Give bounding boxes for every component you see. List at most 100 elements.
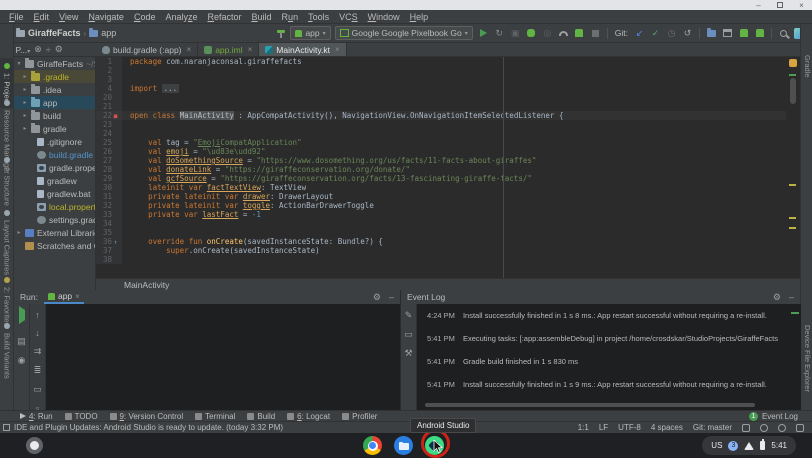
- tree-item-gitignore[interactable]: .gitignore: [14, 135, 95, 148]
- breadcrumb-module[interactable]: app: [101, 28, 116, 38]
- close-button[interactable]: ×: [797, 1, 806, 10]
- code-line-38[interactable]: 38: [96, 255, 800, 264]
- code-line-30[interactable]: 30 lateinit var factTextView: TextView: [96, 183, 800, 192]
- stripe-build-variants[interactable]: Build Variants: [0, 318, 14, 382]
- run-button[interactable]: [477, 27, 490, 40]
- menu-vcs[interactable]: VCS: [334, 12, 363, 22]
- tree-item-idea[interactable]: ▸.idea: [14, 83, 95, 96]
- device-selector[interactable]: Google Google Pixelbook Go▾: [335, 26, 473, 40]
- run-settings-gear-icon[interactable]: ⚙: [373, 292, 381, 303]
- run-tab-app[interactable]: app×: [44, 290, 84, 304]
- chrome-icon[interactable]: [363, 436, 382, 455]
- notifications-icon[interactable]: [796, 424, 804, 432]
- stop-button[interactable]: [589, 27, 602, 40]
- up-stack-icon[interactable]: ↑: [35, 310, 40, 320]
- minimize-button[interactable]: –: [754, 1, 763, 10]
- log-entry[interactable]: 5:41 PMInstall successfully finished in …: [417, 373, 801, 396]
- android-studio-icon[interactable]: [425, 436, 444, 455]
- profiler-icon[interactable]: [557, 27, 570, 40]
- tree-item-gradle-properties[interactable]: gradle.properties: [14, 161, 95, 174]
- git-branch[interactable]: Git: master: [693, 423, 732, 432]
- code-line-3[interactable]: 3: [96, 75, 800, 84]
- tree-item-gradle[interactable]: ▸gradle: [14, 122, 95, 135]
- eventlog-settings-gear-icon[interactable]: ⚙: [773, 292, 781, 303]
- code-line-4[interactable]: 4import ...: [96, 84, 800, 93]
- panel-settings-icon[interactable]: ⚙: [55, 44, 63, 55]
- menu-help[interactable]: Help: [405, 12, 434, 22]
- menu-navigate[interactable]: Navigate: [83, 12, 129, 22]
- run-config-selector[interactable]: app▾: [290, 26, 330, 40]
- close-tab-icon[interactable]: ×: [248, 45, 253, 54]
- launcher-button[interactable]: [26, 437, 43, 454]
- soft-wrap-icon[interactable]: ⇉: [34, 346, 42, 357]
- event-log-content[interactable]: 4:24 PMInstall successfully finished in …: [417, 304, 801, 410]
- down-stack-icon[interactable]: ↓: [35, 328, 40, 338]
- highlight-level-icon[interactable]: [760, 424, 768, 432]
- tree-item-local-properties[interactable]: local.properties: [14, 200, 95, 213]
- log-entry[interactable]: 4:24 PMInstall successfully finished in …: [417, 304, 801, 327]
- menu-edit[interactable]: Edit: [29, 12, 55, 22]
- menu-refactor[interactable]: Refactor: [203, 12, 247, 22]
- restore-layout-icon[interactable]: ▤: [17, 336, 26, 347]
- apply-code-changes-icon[interactable]: ▣: [509, 27, 522, 40]
- event-log-button[interactable]: 1 Event Log: [749, 412, 798, 421]
- tree-item-gradle[interactable]: ▸.gradle: [14, 70, 95, 83]
- file-encoding[interactable]: UTF-8: [618, 423, 641, 432]
- caret-position[interactable]: 1:1: [578, 423, 589, 432]
- git-commit-icon[interactable]: ✓: [649, 27, 662, 40]
- tree-item-build[interactable]: ▸build: [14, 109, 95, 122]
- menu-window[interactable]: Window: [363, 12, 405, 22]
- tree-item-external-libraries[interactable]: ▸External Libraries: [14, 226, 95, 239]
- project-view-selector[interactable]: P...▾: [16, 45, 31, 55]
- run-minimize-icon[interactable]: –: [389, 292, 394, 303]
- stripe-device-file-explorer[interactable]: Device File Explorer: [800, 325, 812, 392]
- menu-view[interactable]: View: [54, 12, 83, 22]
- code-line-22[interactable]: 22■open class MainActivity : AppCompatAc…: [96, 111, 800, 120]
- close-tab-icon[interactable]: ×: [335, 45, 340, 54]
- git-update-icon[interactable]: ↙: [633, 27, 646, 40]
- files-icon[interactable]: [394, 436, 413, 455]
- code-line-26[interactable]: 26 val emoji = "\ud83e\udd92": [96, 147, 800, 156]
- log-horizontal-scrollbar[interactable]: [425, 403, 755, 407]
- git-rollback-icon[interactable]: ↺: [681, 27, 694, 40]
- stripe-layout-captures[interactable]: Layout Captures: [0, 205, 14, 278]
- code-line-20[interactable]: 20: [96, 93, 800, 102]
- system-tray[interactable]: US 3 5:41: [702, 436, 796, 455]
- toolwindow-9-version-control[interactable]: 9: Version Control: [104, 411, 190, 422]
- tab-build-gradle-app[interactable]: build.gradle (:app)×: [96, 43, 198, 56]
- toolwindow-6-logcat[interactable]: 6: Logcat: [281, 411, 336, 422]
- update-icon[interactable]: [3, 424, 10, 431]
- hector-icon[interactable]: [778, 424, 786, 432]
- code-line-21[interactable]: 21: [96, 102, 800, 111]
- collapse-all-icon[interactable]: ÷: [46, 45, 51, 55]
- code-line-1[interactable]: 1package com.naranjaconsal.giraffefacts: [96, 57, 800, 66]
- status-message[interactable]: IDE and Plugin Updates: Android Studio i…: [14, 423, 283, 432]
- scroll-end-icon[interactable]: ≣: [34, 365, 42, 376]
- tree-item-scratches-and-consoles[interactable]: Scratches and Consoles: [14, 239, 95, 252]
- editor-scrollbar[interactable]: [786, 57, 800, 278]
- code-line-33[interactable]: 33 private var lastFact = -1: [96, 210, 800, 219]
- code-line-34[interactable]: 34: [96, 219, 800, 228]
- menu-file[interactable]: File: [4, 12, 29, 22]
- code-line-37[interactable]: 37 super.onCreate(savedInstanceState): [96, 246, 800, 255]
- git-history-icon[interactable]: ◷: [665, 27, 678, 40]
- edit-settings-icon[interactable]: ✎: [405, 310, 413, 321]
- avd-manager-icon[interactable]: [737, 27, 750, 40]
- code-line-24[interactable]: 24: [96, 129, 800, 138]
- toolwindow-terminal[interactable]: Terminal: [189, 411, 241, 422]
- code-editor[interactable]: 1package com.naranjaconsal.giraffefacts 2…: [96, 57, 800, 278]
- menu-analyze[interactable]: Analyze: [160, 12, 202, 22]
- build-hammer-icon[interactable]: [276, 28, 286, 38]
- wrench-icon[interactable]: ⚒: [404, 348, 412, 359]
- run-console-output[interactable]: [46, 304, 400, 410]
- code-line-36[interactable]: 36↑ override fun onCreate(savedInstanceS…: [96, 237, 800, 246]
- inspections-indicator[interactable]: [789, 59, 797, 67]
- breadcrumb-project[interactable]: GiraffeFacts: [28, 28, 81, 38]
- log-entry[interactable]: 5:41 PMGradle build finished in 1 s 830 …: [417, 350, 801, 373]
- tree-item-giraffefacts[interactable]: ▾GiraffeFacts ~/S: [14, 57, 95, 70]
- code-line-31[interactable]: 31 private lateinit var drawer: DrawerLa…: [96, 192, 800, 201]
- close-tab-icon[interactable]: ×: [187, 45, 192, 54]
- menu-build[interactable]: Build: [247, 12, 277, 22]
- tab-mainactivity-kt[interactable]: MainActivity.kt×: [259, 43, 346, 56]
- menu-tools[interactable]: Tools: [303, 12, 334, 22]
